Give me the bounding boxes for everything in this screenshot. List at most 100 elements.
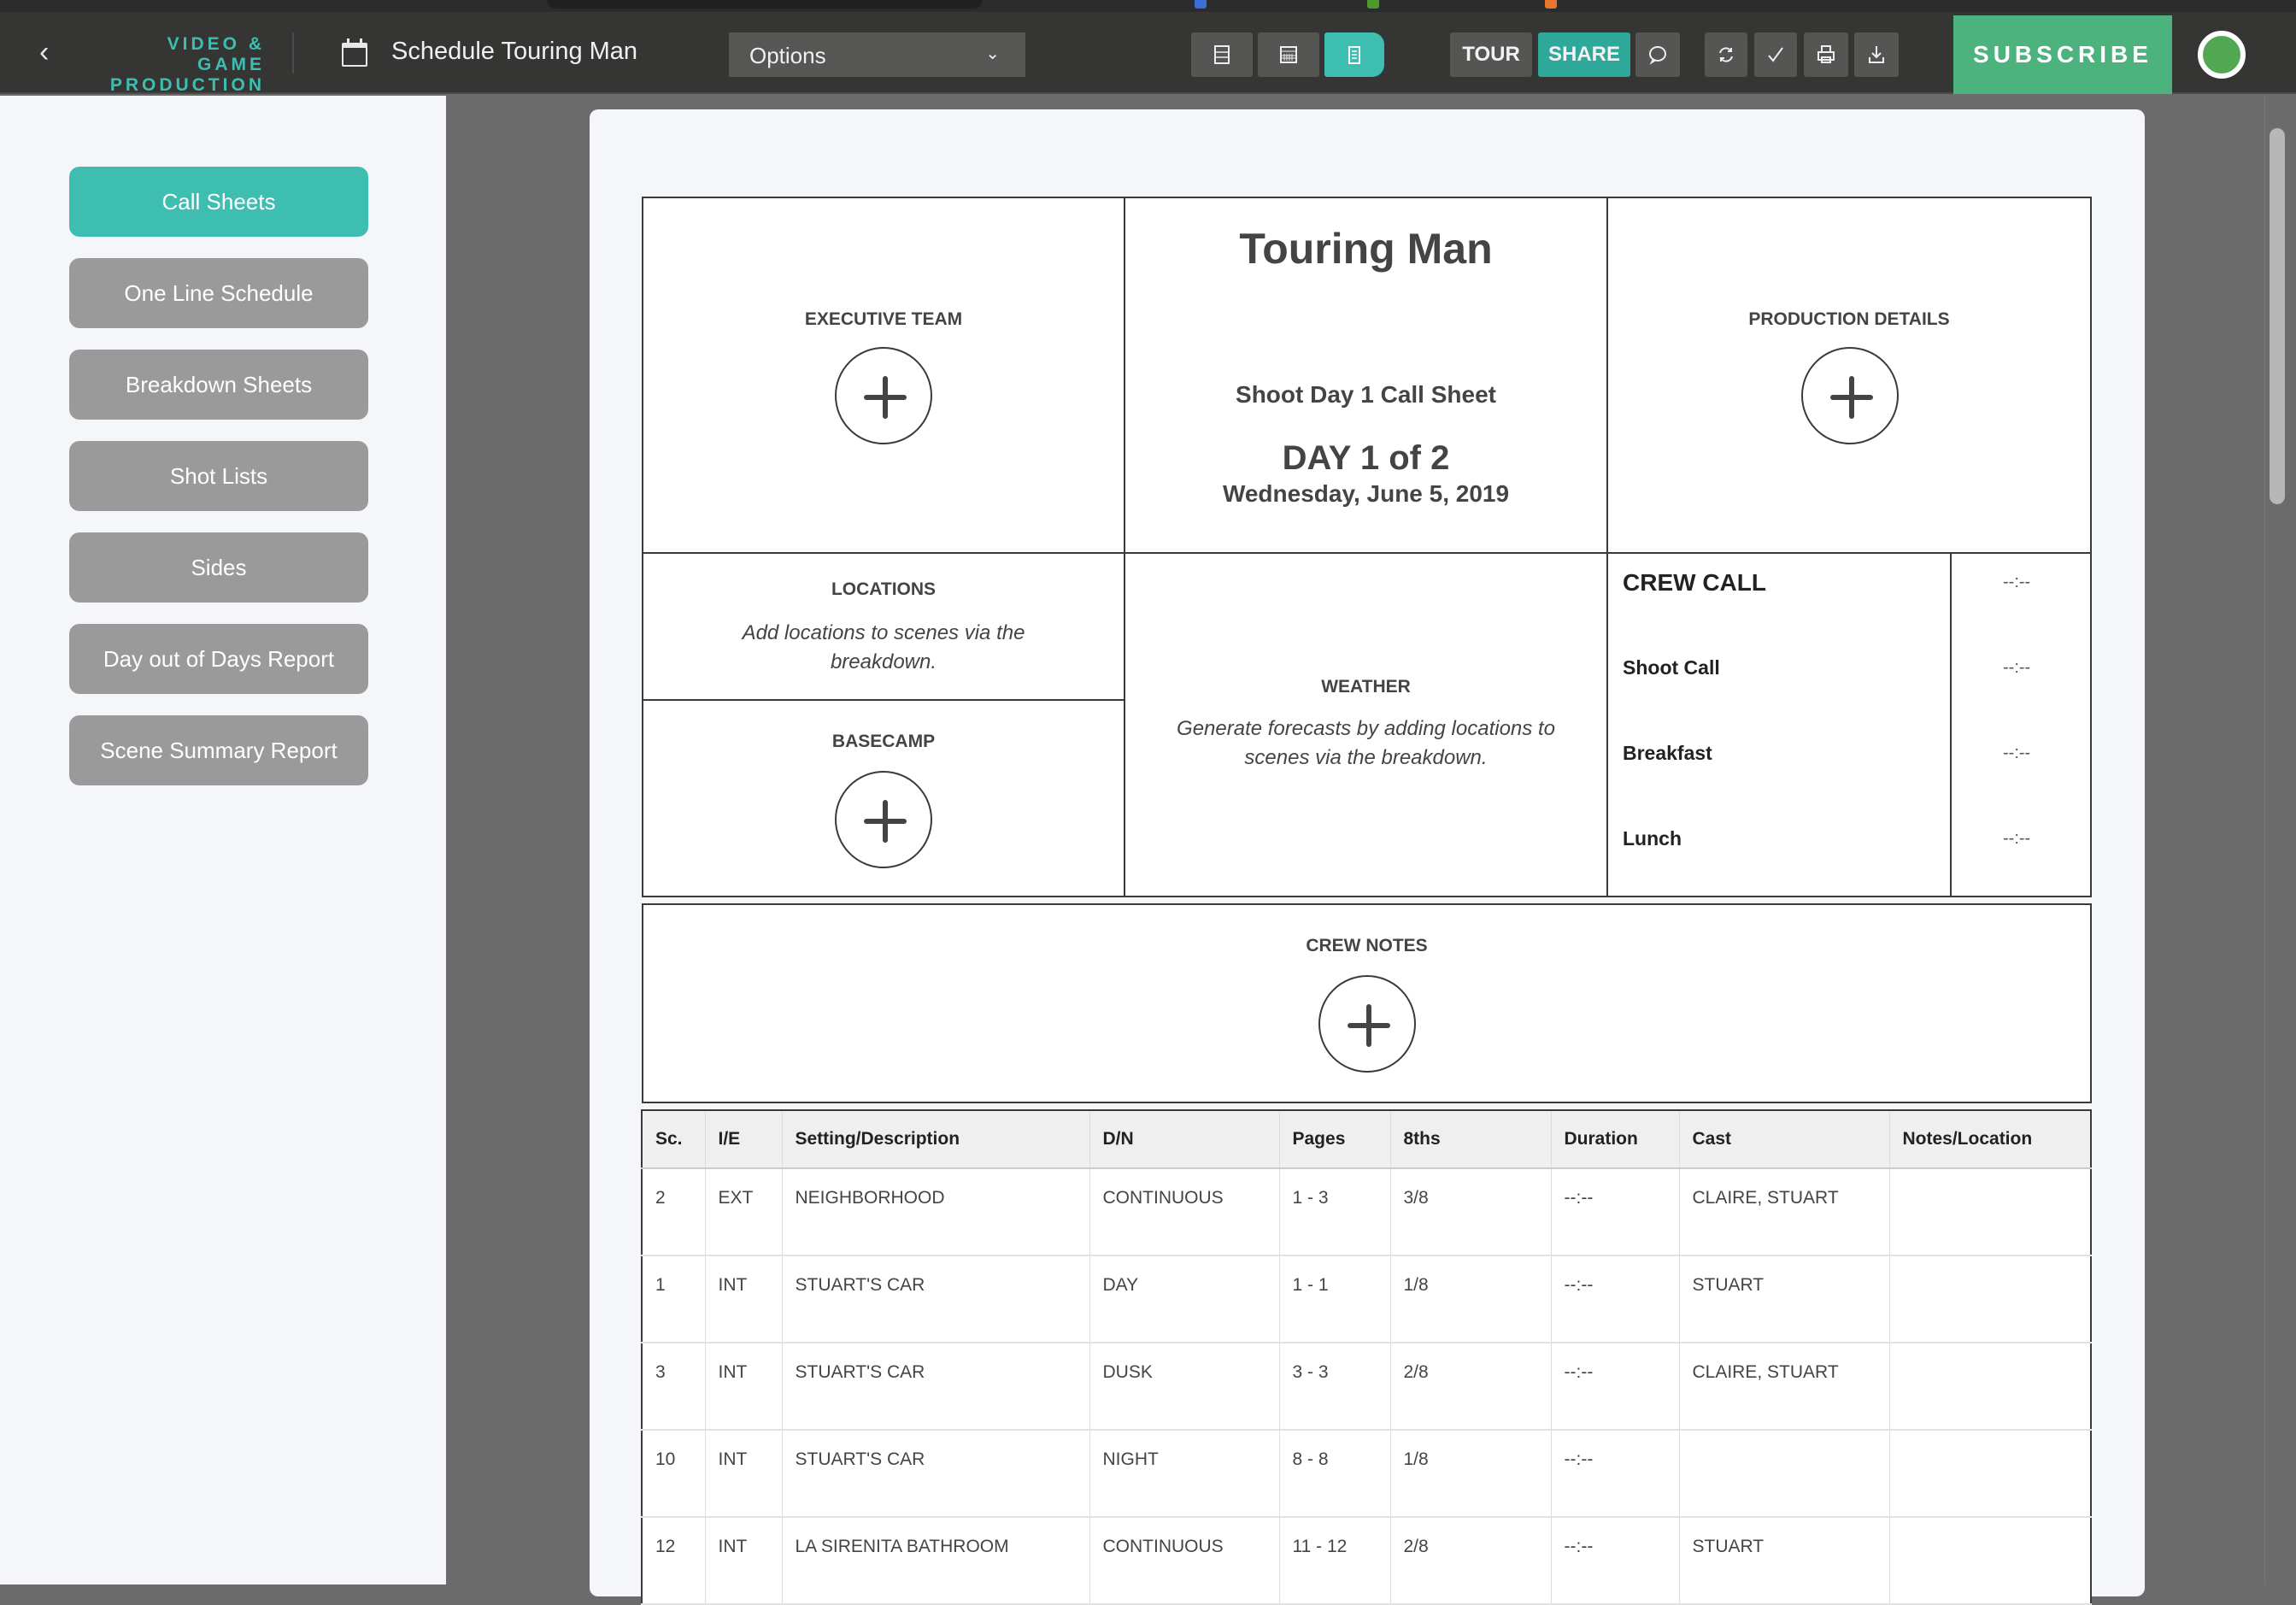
share-button[interactable]: SHARE [1538, 32, 1630, 77]
cell-eighths: 2/8 [1390, 1343, 1551, 1430]
table-row[interactable]: 10INTSTUART'S CARNIGHT8 - 81/8--:-- [642, 1430, 2091, 1517]
comment-button[interactable] [1635, 32, 1680, 77]
list-view-button[interactable] [1191, 32, 1253, 77]
cell-scene-number: 10 [642, 1430, 705, 1517]
shoot-call-time[interactable]: --:-- [2003, 658, 2030, 678]
comment-icon [1647, 44, 1669, 66]
print-button[interactable] [1804, 32, 1848, 77]
sidebar-item-one-line-schedule[interactable]: One Line Schedule [69, 258, 368, 328]
table-row[interactable]: 3INTSTUART'S CARDUSK3 - 32/8--:--CLAIRE,… [642, 1343, 2091, 1430]
cell-notes-location [1889, 1343, 2091, 1430]
cell-pages: 3 - 3 [1279, 1343, 1390, 1430]
sidebar-item-call-sheets[interactable]: Call Sheets [69, 167, 368, 237]
divider [292, 32, 294, 73]
cell-notes-location [1889, 1168, 2091, 1255]
table-row[interactable]: 12INTLA SIRENITA BATHROOMCONTINUOUS11 - … [642, 1517, 2091, 1604]
calendar-view-icon [1277, 44, 1300, 66]
column-header[interactable]: Setting/Description [782, 1110, 1089, 1168]
breakfast-time[interactable]: --:-- [2003, 744, 2030, 763]
cell-duration: --:-- [1551, 1343, 1679, 1430]
top-toolbar: ‹ VIDEO & GAME PRODUCTION Schedule Touri… [0, 12, 2296, 94]
cell-int-ext: INT [705, 1343, 782, 1430]
brand-logo[interactable]: VIDEO & GAME PRODUCTION [94, 34, 265, 96]
cell-cast: STUART [1679, 1517, 1889, 1604]
options-label: Options [749, 43, 826, 68]
cell-eighths: 3/8 [1390, 1168, 1551, 1255]
shoot-day-count: DAY 1 of 2 [1125, 439, 1606, 478]
sidebar-item-day-out-of-days[interactable]: Day out of Days Report [69, 624, 368, 694]
add-production-details-button[interactable] [1801, 347, 1899, 444]
scenes-table: Sc. I/E Setting/Description D/N Pages 8t… [641, 1109, 2092, 1605]
cell-int-ext: EXT [705, 1168, 782, 1255]
crew-notes-box: CREW NOTES [642, 903, 2092, 1103]
breakfast-label: Breakfast [1623, 742, 1712, 765]
column-header[interactable]: Sc. [642, 1110, 705, 1168]
column-header[interactable]: Pages [1279, 1110, 1390, 1168]
cell-scene-number: 2 [642, 1168, 705, 1255]
crew-notes-label: CREW NOTES [643, 936, 2090, 956]
list-view-icon [1211, 44, 1233, 66]
column-header[interactable]: I/E [705, 1110, 782, 1168]
download-button[interactable] [1854, 32, 1899, 77]
cell-int-ext: INT [705, 1430, 782, 1517]
basecamp-box: BASECAMP [642, 699, 1125, 897]
table-row[interactable]: 2EXTNEIGHBORHOODCONTINUOUS1 - 33/8--:--C… [642, 1168, 2091, 1255]
calendar-icon [342, 43, 367, 67]
tab-favicon [1545, 0, 1557, 9]
call-sheet-subtitle: Shoot Day 1 Call Sheet [1125, 381, 1606, 409]
crew-call-time[interactable]: --:-- [2003, 573, 2030, 592]
options-dropdown[interactable]: Options ⌄ [729, 32, 1025, 77]
lunch-label: Lunch [1623, 827, 1682, 850]
sidebar: Call Sheets One Line Schedule Breakdown … [0, 96, 446, 1584]
tour-button[interactable]: TOUR [1450, 32, 1532, 77]
brand-line-2: PRODUCTION [94, 75, 265, 96]
subscribe-button[interactable]: SUBSCRIBE [1953, 15, 2172, 94]
lunch-time[interactable]: --:-- [2003, 829, 2030, 849]
refresh-button[interactable] [1705, 32, 1747, 77]
column-header[interactable]: D/N [1089, 1110, 1279, 1168]
production-title: Touring Man [1125, 224, 1606, 273]
refresh-icon [1715, 44, 1737, 66]
cell-day-night: DUSK [1089, 1343, 1279, 1430]
add-crew-notes-button[interactable] [1318, 975, 1416, 1073]
calendar-view-button[interactable] [1258, 32, 1319, 77]
call-times-box: CREW CALL --:-- Shoot Call --:-- Breakfa… [1606, 552, 2092, 897]
basecamp-label: BASECAMP [643, 732, 1124, 752]
cell-day-night: CONTINUOUS [1089, 1168, 1279, 1255]
clipboard-view-icon [1343, 44, 1365, 66]
weather-hint: Generate forecasts by adding locations t… [1125, 714, 1606, 773]
sidebar-item-scene-summary[interactable]: Scene Summary Report [69, 715, 368, 785]
sidebar-item-shot-lists[interactable]: Shot Lists [69, 441, 368, 511]
callsheet-view-button[interactable] [1324, 32, 1384, 77]
cell-scene-number: 12 [642, 1517, 705, 1604]
add-basecamp-button[interactable] [835, 771, 932, 868]
cell-setting: LA SIRENITA BATHROOM [782, 1517, 1089, 1604]
column-header[interactable]: 8ths [1390, 1110, 1551, 1168]
cell-day-night: NIGHT [1089, 1430, 1279, 1517]
locations-hint: Add locations to scenes via the breakdow… [643, 619, 1124, 677]
schedule-title[interactable]: Schedule Touring Man [391, 38, 637, 66]
cell-setting: STUART'S CAR [782, 1255, 1089, 1343]
approve-button[interactable] [1754, 32, 1797, 77]
cell-pages: 1 - 3 [1279, 1168, 1390, 1255]
sidebar-item-sides[interactable]: Sides [69, 532, 368, 603]
chevron-left-icon: ‹ [39, 36, 49, 68]
sidebar-item-breakdown-sheets[interactable]: Breakdown Sheets [69, 350, 368, 420]
column-header[interactable]: Duration [1551, 1110, 1679, 1168]
column-header[interactable]: Notes/Location [1889, 1110, 2091, 1168]
executive-team-label: EXECUTIVE TEAM [643, 309, 1124, 330]
scrollbar-thumb[interactable] [2270, 128, 2285, 504]
cell-duration: --:-- [1551, 1517, 1679, 1604]
table-header-row: Sc. I/E Setting/Description D/N Pages 8t… [642, 1110, 2091, 1168]
table-row[interactable]: 1INTSTUART'S CARDAY1 - 11/8--:--STUART [642, 1255, 2091, 1343]
cell-day-night: DAY [1089, 1255, 1279, 1343]
cell-day-night: CONTINUOUS [1089, 1517, 1279, 1604]
cell-duration: --:-- [1551, 1430, 1679, 1517]
column-header[interactable]: Cast [1679, 1110, 1889, 1168]
locations-box: LOCATIONS Add locations to scenes via th… [642, 552, 1125, 701]
cell-eighths: 1/8 [1390, 1430, 1551, 1517]
back-button[interactable]: ‹ [39, 38, 49, 67]
add-executive-team-button[interactable] [835, 347, 932, 444]
title-box: Touring Man Shoot Day 1 Call Sheet DAY 1… [1124, 197, 1608, 554]
avatar[interactable] [2198, 31, 2246, 79]
